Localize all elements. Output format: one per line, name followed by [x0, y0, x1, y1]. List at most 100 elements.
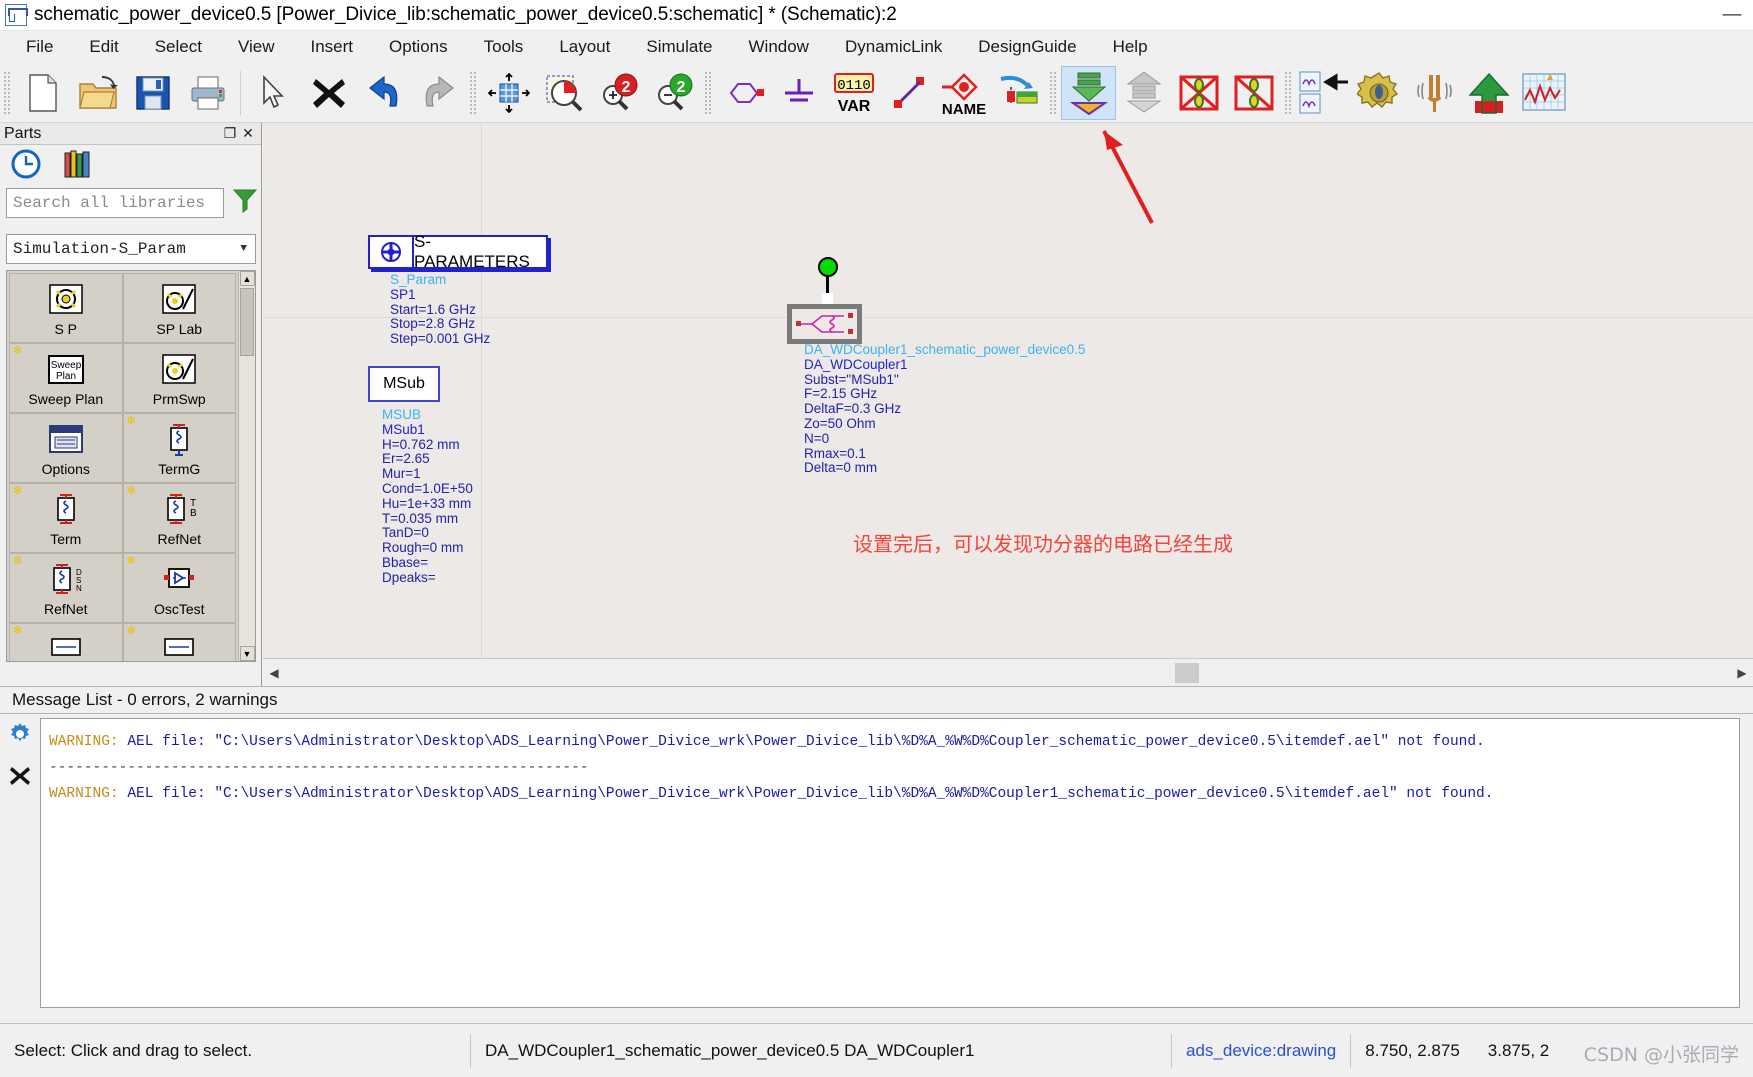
- clear-x-icon[interactable]: [9, 765, 31, 792]
- insert-wire-name-icon[interactable]: NAME: [936, 66, 991, 120]
- panel-close-icon[interactable]: ✕: [239, 125, 257, 142]
- hscroll-thumb[interactable]: [1175, 662, 1199, 683]
- part-item-sweep-plan[interactable]: ❇ Sweep Plan Sweep Plan: [9, 343, 123, 413]
- message-list-text[interactable]: WARNING: AEL file: ″C:\Users\Administrat…: [40, 718, 1740, 1008]
- undo-arrow-icon[interactable]: [356, 66, 411, 120]
- s-parameters-component[interactable]: S-PARAMETERS S_Param SP1 Start=1.6 GHz S…: [368, 232, 548, 347]
- zoom-out-2x-icon[interactable]: 2: [646, 66, 701, 120]
- menu-tools[interactable]: Tools: [466, 34, 542, 60]
- minimize-button[interactable]: —: [1719, 4, 1745, 26]
- msub-box[interactable]: MSub: [368, 366, 440, 402]
- message-line: WARNING: AEL file: ″C:\Users\Administrat…: [49, 781, 1731, 807]
- part-label: SP Lab: [156, 320, 203, 337]
- annotation-text: 设置完后，可以发现功分器的电路已经生成: [853, 532, 1233, 556]
- menu-simulate[interactable]: Simulate: [628, 34, 730, 60]
- part-item-options[interactable]: Options: [9, 413, 123, 483]
- settings-gear-icon[interactable]: [8, 722, 32, 751]
- insert-var-icon[interactable]: 0110 VAR: [826, 66, 881, 120]
- part-item-osctest[interactable]: ❇ OscTest: [122, 553, 236, 623]
- menu-view[interactable]: View: [220, 34, 293, 60]
- menu-edit[interactable]: Edit: [71, 34, 136, 60]
- deactivate-all-icon[interactable]: [1226, 66, 1281, 120]
- menu-file[interactable]: File: [8, 34, 71, 60]
- schematic-to-layout-icon[interactable]: [1296, 66, 1351, 120]
- part-item-refnet-tb[interactable]: ❇ TB RefNet: [122, 483, 236, 553]
- open-folder-icon[interactable]: [70, 66, 125, 120]
- push-into-hierarchy-icon[interactable]: [1061, 65, 1116, 120]
- library-select[interactable]: Simulation-S_Param ▼: [6, 234, 256, 264]
- tuning-fork-icon[interactable]: [1406, 66, 1461, 120]
- scrollbar-thumb[interactable]: [240, 288, 254, 356]
- delete-x-icon[interactable]: [301, 66, 356, 120]
- part-item-refnet-dsn[interactable]: ❇ DSN RefNet: [9, 553, 123, 623]
- parts-panel-header: Parts ❐ ✕: [0, 123, 261, 145]
- ndset2-icon: [158, 630, 200, 662]
- funnel-filter-icon[interactable]: [232, 187, 258, 218]
- part-item-sp[interactable]: S P: [9, 273, 123, 343]
- insert-component-icon[interactable]: [716, 66, 771, 120]
- schematic-canvas[interactable]: S-PARAMETERS S_Param SP1 Start=1.6 GHz S…: [263, 123, 1753, 658]
- param-line: Step=0.001 GHz: [390, 331, 491, 347]
- scroll-down-icon[interactable]: ▼: [239, 646, 255, 661]
- panel-restore-icon[interactable]: ❐: [221, 125, 239, 142]
- term-icon: [45, 490, 87, 530]
- node-square-handle[interactable]: [822, 293, 833, 304]
- redo-arrow-icon[interactable]: [411, 66, 466, 120]
- library-books-icon[interactable]: [62, 148, 94, 185]
- zoom-fit-grid-icon[interactable]: [481, 66, 536, 120]
- new-file-icon[interactable]: [15, 66, 70, 120]
- gear-simulation-settings-icon[interactable]: [1351, 66, 1406, 120]
- message-body: AEL file: ″C:\Users\Administrator\Deskto…: [118, 734, 1485, 750]
- menu-options[interactable]: Options: [371, 34, 466, 60]
- toolbar-grip-5[interactable]: [1284, 70, 1293, 115]
- menu-designguide[interactable]: DesignGuide: [960, 34, 1094, 60]
- part-item-term[interactable]: ❇ Term: [9, 483, 123, 553]
- pop-out-hierarchy-icon[interactable]: [1116, 66, 1171, 120]
- toolbar-grip[interactable]: [3, 70, 12, 115]
- status-layer[interactable]: ads_device:drawing: [1172, 1034, 1350, 1068]
- insert-ground-icon[interactable]: [771, 66, 826, 120]
- insert-wire-icon[interactable]: [881, 66, 936, 120]
- msub-component[interactable]: MSub MSUB MSub1 H=0.762 mm Er=2.65 Mur=1…: [368, 366, 473, 586]
- toolbar-grip-2[interactable]: [469, 70, 478, 115]
- menu-help[interactable]: Help: [1095, 34, 1166, 60]
- part-item-prmswp[interactable]: PrmSwp: [122, 343, 236, 413]
- part-item-sp-lab[interactable]: SP Lab: [122, 273, 236, 343]
- osctest-icon: [158, 560, 200, 600]
- scroll-right-icon[interactable]: ▶: [1731, 661, 1753, 685]
- part-item-ndset[interactable]: ❇ NdSet: [9, 623, 123, 661]
- menu-dynamiclink[interactable]: DynamicLink: [827, 34, 960, 60]
- menu-select[interactable]: Select: [137, 34, 220, 60]
- wilkinson-divider-symbol[interactable]: [787, 304, 862, 344]
- termg-icon: [158, 420, 200, 460]
- menu-insert[interactable]: Insert: [293, 34, 372, 60]
- menu-layout[interactable]: Layout: [541, 34, 628, 60]
- parts-toolbar: [0, 145, 261, 187]
- scroll-up-icon[interactable]: ▲: [239, 271, 255, 286]
- hscroll-track[interactable]: [285, 661, 1731, 685]
- deactivate-component-icon[interactable]: [1171, 66, 1226, 120]
- zoom-in-2x-icon[interactable]: 2: [591, 66, 646, 120]
- search-input[interactable]: [6, 187, 224, 218]
- canvas-horizontal-scrollbar[interactable]: ◀ ▶: [263, 658, 1753, 686]
- save-floppy-icon[interactable]: [125, 66, 180, 120]
- zoom-area-icon[interactable]: [536, 66, 591, 120]
- part-item-ndset2[interactable]: ❇ NdSet: [122, 623, 236, 662]
- clock-history-icon[interactable]: [10, 148, 42, 185]
- select-arrow-icon[interactable]: [246, 66, 301, 120]
- scroll-left-icon[interactable]: ◀: [263, 661, 285, 685]
- green-node-icon[interactable]: [818, 257, 838, 277]
- part-item-termg[interactable]: ❇ TermG: [122, 413, 236, 483]
- toolbar-grip-3[interactable]: [704, 70, 713, 115]
- options-window-icon: [45, 420, 87, 460]
- s-parameters-box[interactable]: S-PARAMETERS: [368, 232, 548, 271]
- menu-window[interactable]: Window: [731, 34, 827, 60]
- insert-port-icon[interactable]: [991, 66, 1046, 120]
- print-icon[interactable]: [180, 66, 235, 120]
- parts-grid-container: S P SP Lab ❇ Sweep Plan Sweep Plan PrmSw…: [6, 270, 256, 662]
- simulate-up-arrow-icon[interactable]: [1461, 66, 1516, 120]
- data-display-icon[interactable]: [1516, 66, 1571, 120]
- parts-scrollbar[interactable]: ▲ ▼: [238, 271, 255, 661]
- svg-text:Sweep: Sweep: [50, 360, 81, 371]
- toolbar-grip-4[interactable]: [1049, 70, 1058, 115]
